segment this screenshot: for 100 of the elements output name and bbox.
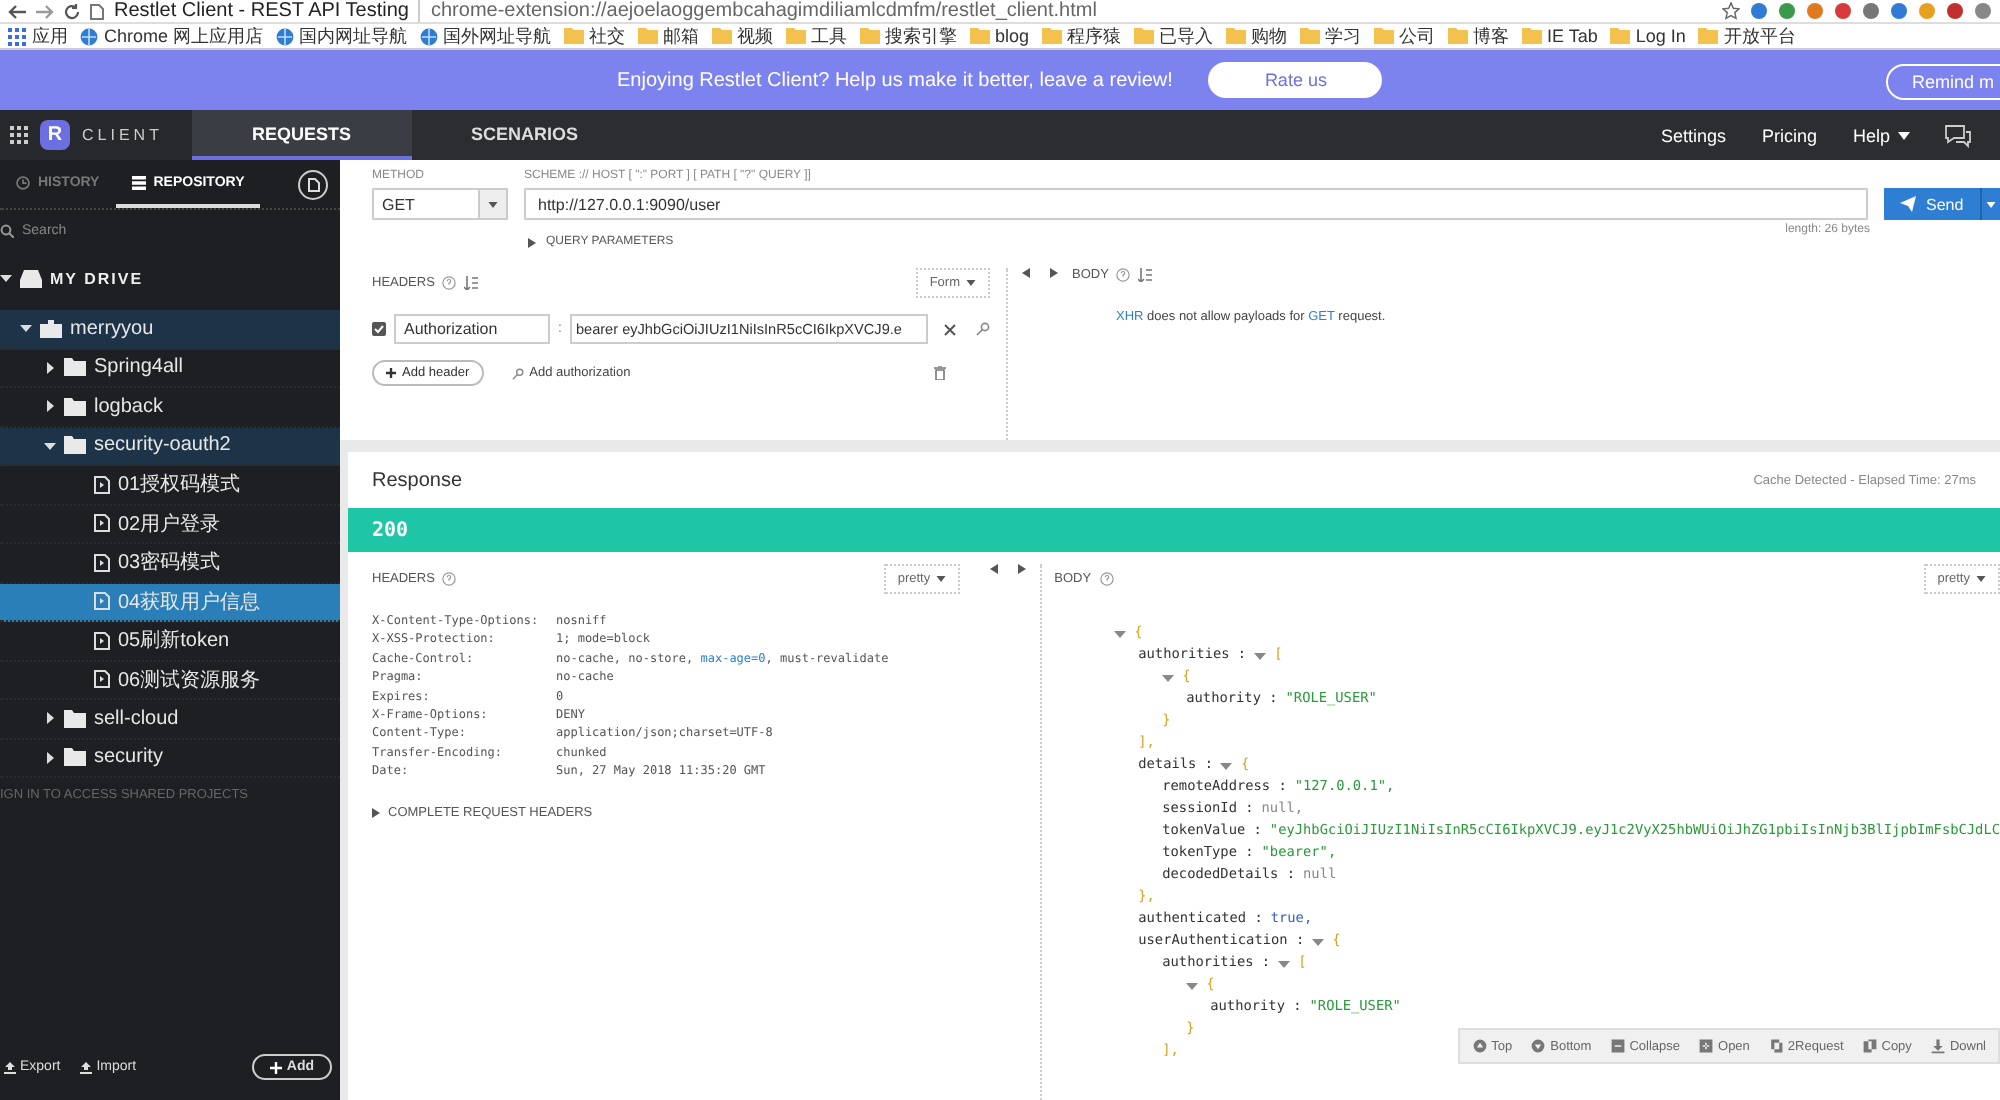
sort-icon[interactable] — [464, 276, 479, 290]
bookmark[interactable]: 国内网址导航 — [275, 24, 408, 48]
banner-message: Enjoying Restlet Client? Help us make it better, leave a review! — [617, 69, 1173, 91]
reload-icon[interactable] — [64, 3, 80, 19]
tree-item[interactable]: 05刷新token — [0, 622, 340, 661]
caret-icon — [966, 280, 976, 286]
bookmark[interactable]: 邮箱 — [637, 24, 700, 48]
paper-plane-icon — [1900, 196, 1916, 212]
bookmark[interactable]: 已导入 — [1133, 24, 1214, 48]
collapse-left-icon[interactable] — [990, 564, 999, 574]
tree-item[interactable]: security — [0, 739, 340, 778]
folder-icon — [64, 709, 86, 728]
bookmark[interactable]: 社交 — [563, 24, 626, 48]
folder-icon — [563, 28, 584, 44]
back-icon[interactable] — [8, 3, 26, 19]
trash-icon[interactable] — [934, 366, 946, 380]
bookmark[interactable]: Log In — [1609, 26, 1686, 46]
collapse-left-icon[interactable] — [1022, 268, 1030, 278]
page-title: Restlet Client - REST API Testing — [114, 0, 409, 22]
caret-icon[interactable] — [44, 712, 56, 725]
send-button[interactable]: Send — [1884, 188, 2000, 220]
folder-icon — [64, 358, 86, 377]
help-icon[interactable] — [1099, 572, 1114, 586]
tree-item[interactable]: security-oauth2 — [0, 427, 340, 466]
expand-right-icon[interactable] — [1018, 564, 1027, 574]
expand-icon — [1698, 1038, 1715, 1054]
header-checkbox[interactable] — [372, 322, 386, 336]
caret-icon[interactable] — [20, 322, 32, 335]
url-field[interactable]: http://127.0.0.1:9090/user — [524, 188, 1868, 220]
bookmark[interactable]: 博客 — [1447, 24, 1510, 48]
copy-icon — [1861, 1038, 1878, 1054]
folder-icon — [969, 28, 990, 44]
help-icon[interactable] — [442, 276, 457, 290]
nav-tab[interactable]: REQUESTS — [192, 110, 412, 160]
expand-right-icon[interactable] — [1050, 268, 1058, 278]
folder-icon — [1609, 28, 1630, 44]
clock-icon — [16, 175, 30, 189]
bookmark[interactable]: 程序猿 — [1041, 24, 1122, 48]
nav-tab[interactable]: SCENARIOS — [411, 110, 639, 160]
document-icon — [94, 670, 110, 689]
new-document-button[interactable] — [298, 169, 328, 199]
rate-button[interactable]: Rate us — [1208, 62, 1383, 98]
check-icon — [374, 324, 384, 334]
bookmark[interactable]: 应用 — [8, 24, 68, 48]
header-name-field[interactable]: Authorization — [394, 314, 550, 344]
bookmark[interactable]: 工具 — [785, 24, 848, 48]
bookmark[interactable]: 视频 — [711, 24, 774, 48]
bookmark[interactable]: 国外网址导航 — [419, 24, 552, 48]
help-icon[interactable] — [442, 572, 457, 586]
collapse-icon — [1609, 1038, 1626, 1054]
nav-link[interactable]: Settings — [1642, 125, 1744, 145]
bookmark[interactable]: 学习 — [1299, 24, 1362, 48]
caret-icon[interactable] — [0, 272, 12, 284]
database-icon — [131, 175, 146, 189]
apps-grid-icon[interactable] — [10, 126, 28, 144]
nav-link[interactable]: Help — [1834, 125, 1928, 145]
folder-icon — [1133, 28, 1154, 44]
document-icon — [307, 177, 319, 191]
sort-icon[interactable] — [1138, 268, 1153, 282]
method-select[interactable]: GET — [372, 188, 508, 220]
tree-item[interactable]: 06测试资源服务 — [0, 661, 340, 700]
folder-icon — [711, 28, 732, 44]
chat-icon[interactable] — [1944, 123, 1972, 147]
folder-icon — [1447, 28, 1468, 44]
forward-icon[interactable] — [36, 3, 54, 19]
tree-item[interactable]: 01授权码模式 — [0, 466, 340, 505]
bookmark[interactable]: Chrome 网上应用店 — [80, 24, 264, 48]
bookmark[interactable]: 购物 — [1225, 24, 1288, 48]
address-field[interactable]: chrome-extension://aejoelaoggembcahagimdiliamlcdmfm/restlet_client.html — [418, 0, 1097, 22]
caret-icon — [936, 576, 947, 582]
star-icon[interactable] — [1722, 2, 1740, 20]
tree-item[interactable]: Spring4all — [0, 349, 340, 388]
caret-icon[interactable] — [44, 400, 56, 413]
caret-icon — [1986, 201, 1996, 207]
caret-icon[interactable] — [44, 361, 56, 374]
bookmark[interactable]: 搜索引擎 — [859, 24, 958, 48]
caret-icon — [488, 201, 498, 207]
nav-link[interactable]: Pricing — [1743, 125, 1835, 145]
caret-icon[interactable] — [44, 439, 56, 452]
bookmark[interactable]: 公司 — [1373, 24, 1436, 48]
close-icon[interactable] — [944, 323, 956, 335]
bookmark[interactable]: IE Tab — [1521, 26, 1598, 46]
globe-icon — [80, 27, 98, 45]
brand-name: CLIENT — [82, 126, 163, 144]
folder-icon — [1697, 28, 1718, 44]
folder-icon — [64, 436, 86, 455]
tree-item[interactable]: 02用户登录 — [0, 505, 340, 544]
bookmark[interactable]: blog — [969, 26, 1030, 46]
bookmark[interactable]: 开放平台 — [1697, 24, 1796, 48]
tree-item[interactable]: merryyou — [0, 310, 340, 349]
globe-icon — [275, 27, 294, 45]
folder-icon — [785, 28, 806, 44]
help-icon[interactable] — [1116, 268, 1131, 282]
tree-item[interactable]: sell-cloud — [0, 700, 340, 739]
upload-icon — [4, 1061, 16, 1073]
document-icon — [94, 475, 110, 494]
drive-label[interactable]: MY DRIVE — [50, 269, 144, 287]
caret-icon[interactable] — [44, 751, 56, 764]
status-bar: 200 — [348, 508, 2000, 552]
document-icon — [94, 514, 110, 533]
